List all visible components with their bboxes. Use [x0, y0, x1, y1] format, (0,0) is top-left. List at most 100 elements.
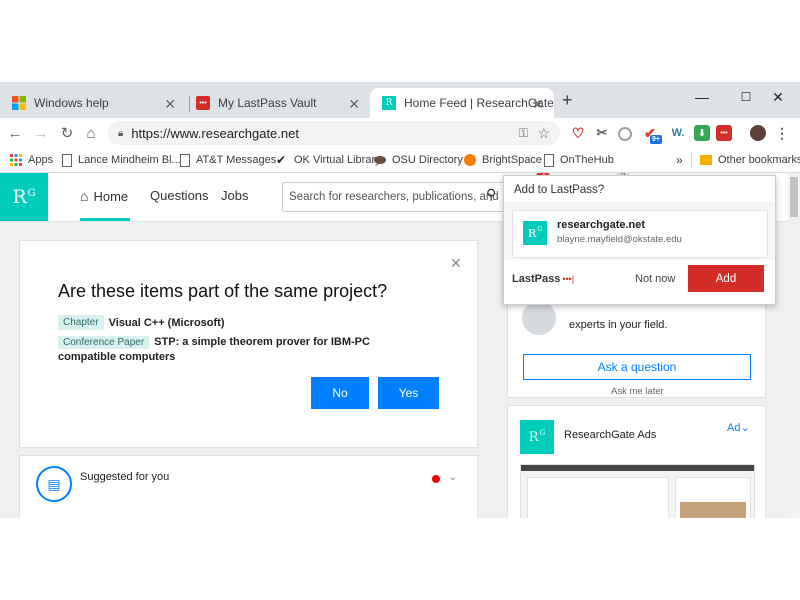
dismiss-close-icon[interactable]: ✕ [450, 255, 462, 272]
scrollbar-thumb[interactable] [790, 177, 798, 217]
bookmark-label: OK Virtual Library [294, 154, 381, 166]
nav-home-label: Home [93, 188, 129, 204]
chevron-down-icon: ⌄ [740, 422, 750, 434]
pin-icon[interactable]: ✂ [594, 125, 610, 141]
lastpass-brand-dots: •••| [562, 274, 575, 284]
minimize-button[interactable]: — [680, 82, 724, 112]
suggested-card: ▤ Suggested for you ⌄ [19, 455, 478, 518]
no-button[interactable]: No [311, 377, 369, 409]
tab-bar: Windows help ✕ ••• My LastPass Vault ✕ R… [0, 82, 800, 118]
lock-icon: 🔒︎ [118, 127, 124, 139]
tab-lastpass-vault[interactable]: ••• My LastPass Vault ✕ [184, 88, 370, 118]
bookmark-ok-virtual-library[interactable]: ✔ OK Virtual Library [276, 152, 381, 168]
logo-letter: R [12, 186, 27, 208]
bookmarks-overflow-button[interactable]: » [676, 152, 683, 168]
search-placeholder: Search for researchers, publications, an… [289, 191, 499, 203]
brightspace-icon [464, 154, 476, 166]
project-question-card: ✕ Are these items part of the same proje… [19, 240, 478, 448]
lastpass-site: researchgate.net [557, 219, 646, 231]
tab-close-icon[interactable]: ✕ [164, 96, 176, 113]
lastpass-not-now-button[interactable]: Not now [635, 273, 675, 285]
extension-badge: 9+ [650, 135, 662, 144]
w-extension-icon[interactable]: W. [668, 125, 688, 141]
ad-preview-image[interactable] [520, 464, 755, 518]
tab-windows-help[interactable]: Windows help ✕ [0, 88, 186, 118]
logo-superscript: G [539, 429, 546, 437]
unread-dot [432, 475, 440, 483]
bookmark-apps[interactable]: Apps [10, 152, 53, 168]
key-icon[interactable]: ⚿ [519, 126, 528, 141]
bookmark-osu-directory[interactable]: OSU Directory [374, 152, 463, 168]
nav-jobs[interactable]: Jobs [221, 188, 248, 203]
page-scrollbar[interactable] [788, 173, 800, 518]
bookmark-star-icon[interactable]: ☆ [537, 125, 550, 142]
ask-text: experts in your field. [569, 319, 668, 331]
apps-grid-icon [10, 154, 22, 166]
bookmark-label: Apps [28, 154, 54, 166]
address-bar[interactable]: 🔒︎ https://www.researchgate.net ⚿ ☆ [108, 121, 560, 145]
lastpass-header: Add to LastPass? [514, 184, 605, 196]
user-avatar [522, 301, 556, 335]
project-item-2[interactable]: Conference Paper STP: a simple theorem pr… [58, 335, 418, 364]
ad-preview-sidebar [675, 477, 751, 518]
tab-researchgate[interactable]: R Home Feed | ResearchGate ✕ [370, 88, 554, 118]
ad-menu[interactable]: Ad⌄ [727, 421, 750, 434]
bookmark-brightspace[interactable]: BrightSpace [464, 152, 542, 168]
bookmark-onthehub[interactable]: OnTheHub [544, 152, 614, 168]
home-icon[interactable]: ⌂ [80, 122, 102, 144]
project-item-1[interactable]: Chapter Visual C++ (Microsoft) [58, 315, 225, 330]
bookmark-label: BrightSpace [482, 154, 542, 166]
lastpass-extension-icon[interactable]: ••• [716, 125, 732, 141]
nav-questions[interactable]: Questions [150, 188, 209, 203]
other-bookmarks[interactable]: Other bookmarks [700, 152, 800, 168]
page-icon [544, 153, 554, 167]
other-bookmarks-label: Other bookmarks [718, 154, 800, 166]
item-type-badge: Chapter [58, 315, 104, 330]
browser-window: Windows help ✕ ••• My LastPass Vault ✕ R… [0, 82, 800, 518]
lastpass-heart-icon[interactable]: ♡ [570, 125, 586, 141]
bookmark-att-messages[interactable]: AT&T Messages [180, 152, 276, 168]
bookmark-label: Lance Mindheim Bl... [78, 154, 181, 166]
forward-arrow-icon[interactable]: → [30, 122, 52, 144]
close-window-button[interactable]: ✕ [756, 82, 800, 112]
ad-preview-photo [680, 502, 746, 518]
profile-avatar[interactable] [750, 125, 766, 141]
search-icon[interactable]: ⚲ [486, 186, 496, 203]
item-type-badge: Conference Paper [58, 336, 150, 349]
lastpass-add-button[interactable]: Add [688, 265, 764, 292]
tab-close-icon[interactable]: ✕ [348, 96, 360, 113]
document-icon: ▤ [36, 466, 72, 502]
yes-button[interactable]: Yes [378, 377, 439, 409]
circle-extension-icon[interactable] [618, 127, 632, 141]
site-rg-logo: RG [523, 221, 547, 245]
menu-kebab-icon[interactable]: ⋮ [774, 125, 790, 141]
lastpass-site-entry[interactable]: RG researchgate.net blayne.mayfield@okst… [512, 210, 768, 258]
lastpass-save-popup: Add to LastPass? RG researchgate.net bla… [503, 175, 776, 305]
tab-close-icon[interactable]: ✕ [532, 96, 544, 113]
lastpass-brand-name: LastPass [512, 273, 561, 285]
ads-title: ResearchGate Ads [564, 429, 657, 441]
tab-title: My LastPass Vault [218, 96, 317, 110]
ad-label: Ad [727, 422, 741, 434]
nav-home[interactable]: ⌂ Home [80, 188, 128, 204]
ask-me-later-link[interactable]: Ask me later [611, 386, 664, 397]
logo-superscript: G [27, 187, 36, 199]
bookmark-lance-mindheim[interactable]: Lance Mindheim Bl... [62, 152, 181, 168]
search-input[interactable]: Search for researchers, publications, an… [282, 182, 508, 212]
lastpass-user: blayne.mayfield@okstate.edu [557, 234, 682, 245]
ask-question-button[interactable]: Ask a question [523, 354, 751, 380]
back-arrow-icon[interactable]: ← [4, 122, 26, 144]
ads-card: RG ResearchGate Ads Ad⌄ [507, 405, 766, 518]
chevron-down-icon[interactable]: ⌄ [448, 470, 457, 483]
ad-preview-feed [527, 477, 669, 518]
researchgate-logo[interactable]: RG [0, 173, 48, 221]
lastpass-icon: ••• [196, 96, 210, 110]
lastpass-brand: LastPass •••| [512, 273, 574, 285]
download-extension-icon[interactable]: ⬇ [694, 125, 710, 141]
new-tab-button[interactable]: + [562, 90, 573, 111]
bookmark-label: OnTheHub [560, 154, 614, 166]
researchgate-favicon-icon: R [382, 96, 396, 110]
page-icon [62, 153, 72, 167]
reload-icon[interactable]: ↻ [56, 122, 78, 144]
tab-title: Windows help [34, 96, 109, 110]
